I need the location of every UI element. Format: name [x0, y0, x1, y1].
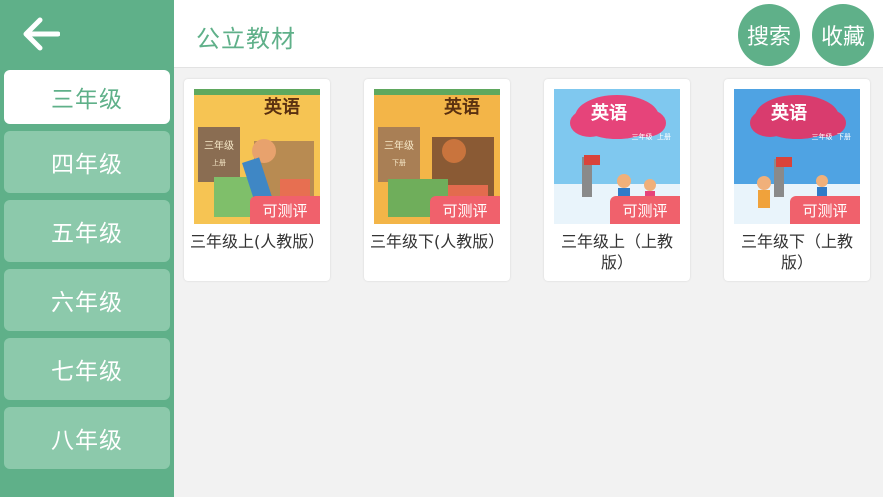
cover-title: 英语 — [263, 96, 300, 118]
book-title: 三年级上(人教版） — [190, 232, 325, 251]
cover-volume: 上册 — [212, 158, 226, 167]
search-button[interactable]: 搜索 — [738, 4, 800, 66]
sidebar: 三年级 四年级 五年级 六年级 七年级 八年级 — [0, 0, 174, 497]
back-arrow-icon — [23, 17, 60, 51]
evaluable-badge: 可测评 — [430, 196, 500, 224]
book-cover: 英语 三年级 上册 可测评 — [194, 89, 320, 224]
cover-title: 英语 — [770, 102, 807, 124]
cover-volume: 下册 — [837, 133, 851, 141]
grade-item-6[interactable]: 六年级 — [4, 269, 170, 331]
favorites-button[interactable]: 收藏 — [812, 4, 874, 66]
grade-item-7[interactable]: 七年级 — [4, 338, 170, 400]
grade-item-4[interactable]: 四年级 — [4, 131, 170, 193]
header: 公立教材 搜索 收藏 — [174, 0, 883, 68]
back-button[interactable] — [0, 0, 174, 68]
grade-item-8[interactable]: 八年级 — [4, 407, 170, 469]
cover-grade: 三年级 — [204, 139, 234, 152]
cover-title: 英语 — [443, 96, 480, 118]
evaluable-badge: 可测评 — [790, 196, 860, 224]
grade-item-5[interactable]: 五年级 — [4, 200, 170, 262]
evaluable-badge: 可测评 — [610, 196, 680, 224]
book-card[interactable]: 英语 三年级 上册 可测评 三年级上(人教版） — [184, 79, 330, 281]
book-title: 三年级下（上教版） — [740, 232, 853, 272]
book-cover: 英语 三年级 上册 可测评 — [554, 89, 680, 224]
book-cover: 英语 三年级 下册 可测评 — [374, 89, 500, 224]
cover-volume: 下册 — [392, 159, 406, 167]
page-title: 公立教材 — [196, 25, 296, 53]
cover-title: 英语 — [590, 102, 627, 124]
book-title: 三年级下(人教版） — [370, 232, 505, 251]
cover-grade: 三年级 — [384, 139, 414, 152]
cover-grade: 三年级 — [632, 132, 653, 141]
grade-item-3[interactable]: 三年级 — [4, 70, 170, 124]
book-card[interactable]: 英语 三年级 上册 可测评 三年级上（上教版） — [544, 79, 690, 281]
cover-grade: 三年级 — [812, 132, 833, 141]
book-cover: 英语 三年级 下册 可测评 — [734, 89, 860, 224]
evaluable-badge: 可测评 — [250, 196, 320, 224]
grade-list: 三年级 四年级 五年级 六年级 七年级 八年级 — [4, 70, 170, 476]
book-title: 三年级上（上教版） — [560, 232, 673, 272]
book-card[interactable]: 英语 三年级 下册 可测评 三年级下（上教版） — [724, 79, 870, 281]
cover-volume: 上册 — [657, 132, 671, 141]
book-card[interactable]: 英语 三年级 下册 可测评 三年级下(人教版） — [364, 79, 510, 281]
